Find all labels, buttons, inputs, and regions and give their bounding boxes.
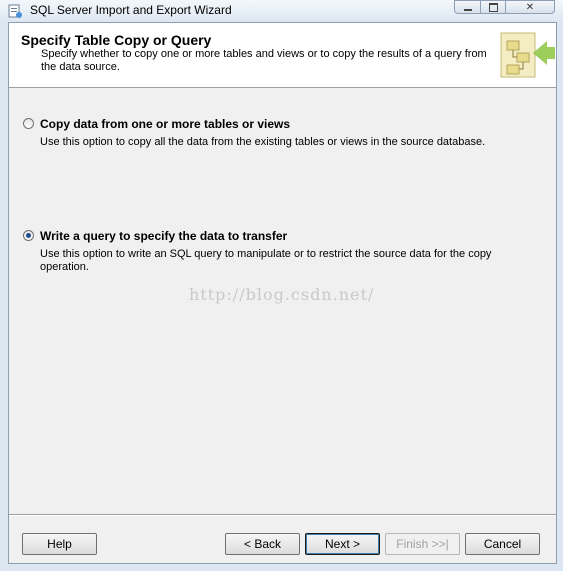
window-title: SQL Server Import and Export Wizard	[30, 3, 232, 17]
close-button[interactable]: ✕	[505, 0, 555, 14]
window-bottom-border	[0, 564, 563, 571]
copy-tables-description: Use this option to copy all the data fro…	[40, 136, 486, 148]
copy-tables-label[interactable]: Copy data from one or more tables or vie…	[40, 117, 290, 131]
button-area-divider	[9, 514, 556, 516]
maximize-button[interactable]	[480, 0, 506, 14]
write-query-radio[interactable]	[23, 230, 34, 241]
cancel-button[interactable]: Cancel	[465, 533, 540, 555]
caption-buttons: ✕	[454, 0, 563, 15]
title-bar[interactable]: SQL Server Import and Export Wizard ✕	[0, 0, 563, 22]
write-query-description: Use this option to write an SQL query to…	[40, 248, 492, 273]
minimize-button[interactable]	[454, 0, 481, 14]
minimize-icon	[463, 8, 472, 11]
watermark-text: http://blog.csdn.net/	[189, 285, 375, 304]
finish-button[interactable]: Finish >>|	[385, 533, 460, 555]
wizard-frame: Specify Table Copy or Query Specify whet…	[8, 22, 557, 564]
wizard-graphic-icon	[500, 32, 555, 78]
page-title: Specify Table Copy or Query	[21, 32, 212, 48]
wizard-header: Specify Table Copy or Query Specify whet…	[9, 23, 556, 88]
back-button[interactable]: < Back	[225, 533, 300, 555]
page-subtitle: Specify whether to copy one or more tabl…	[41, 48, 487, 73]
next-button[interactable]: Next >	[305, 533, 380, 555]
maximize-icon	[488, 2, 498, 12]
write-query-label[interactable]: Write a query to specify the data to tra…	[40, 229, 287, 243]
wizard-app-icon	[8, 4, 22, 18]
help-button[interactable]: Help	[22, 533, 97, 555]
copy-tables-radio[interactable]	[23, 118, 34, 129]
close-icon: ✕	[525, 1, 535, 13]
